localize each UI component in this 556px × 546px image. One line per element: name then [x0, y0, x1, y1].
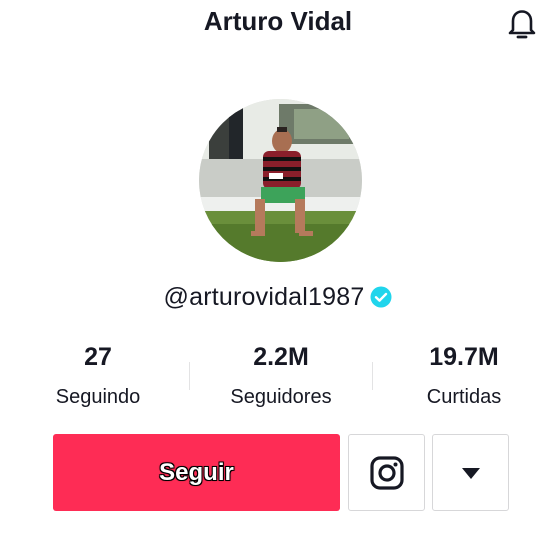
instagram-icon: [369, 455, 404, 490]
followers-count: 2.2M: [253, 343, 309, 371]
likes-count: 19.7M: [429, 343, 499, 371]
caret-down-icon: [461, 467, 480, 479]
stat-divider: [372, 362, 373, 390]
verified-badge-icon: [370, 286, 392, 308]
follow-button[interactable]: Seguir: [53, 434, 340, 511]
bell-icon[interactable]: [502, 4, 542, 44]
following-count: 27: [84, 343, 112, 371]
instagram-button[interactable]: [348, 434, 425, 511]
page-title: Arturo Vidal: [203, 6, 353, 36]
followers-label: Seguidores: [230, 386, 332, 408]
following-label: Seguindo: [55, 386, 141, 408]
username: @arturovidal1987: [163, 282, 365, 311]
stat-likes[interactable]: 19.7M Curtidas: [374, 340, 554, 409]
avatar[interactable]: [199, 99, 362, 262]
stat-followers[interactable]: 2.2M Seguidores: [191, 340, 371, 409]
stat-following[interactable]: 27 Seguindo: [8, 340, 188, 409]
username-row: @arturovidal1987: [0, 280, 556, 314]
stat-divider: [189, 362, 190, 390]
profile-header: Arturo Vidal: [0, 0, 556, 48]
avatar-photo: [199, 99, 362, 262]
follow-button-label: Seguir: [159, 458, 234, 486]
more-options-button[interactable]: [432, 434, 509, 511]
likes-label: Curtidas: [426, 386, 502, 408]
